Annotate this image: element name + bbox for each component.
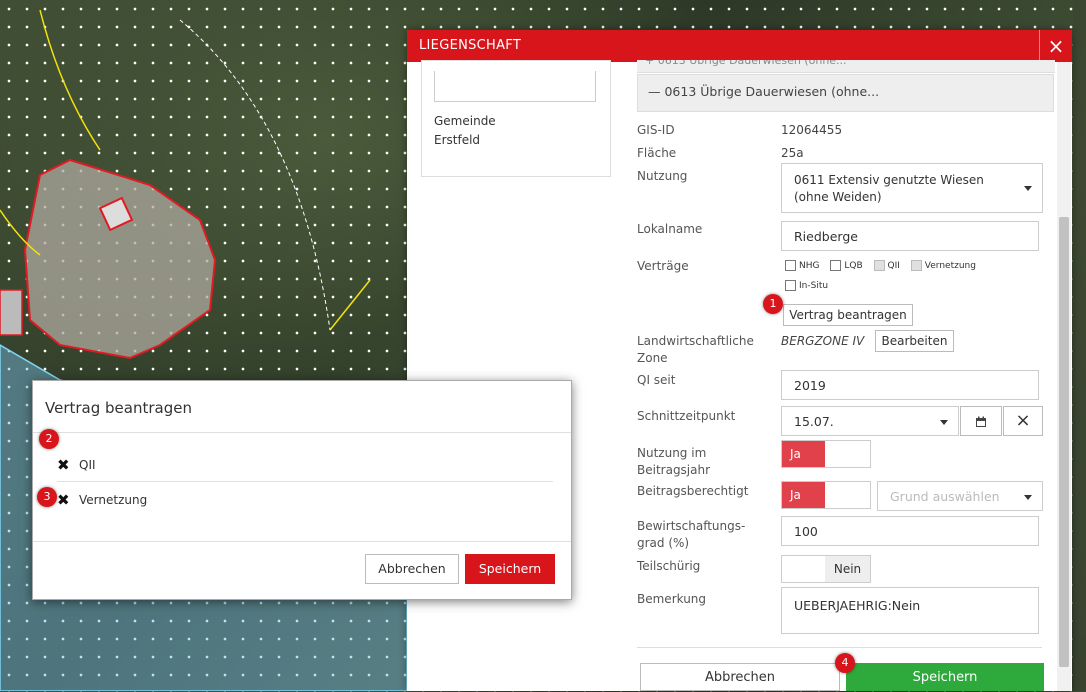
toggle-ja[interactable]: Ja — [782, 441, 827, 467]
dialog-item-vernetzung[interactable]: Vernetzung — [79, 493, 147, 507]
zone-value: BERGZONE IV — [781, 334, 865, 348]
cancel-button[interactable]: Abbrechen — [640, 663, 840, 691]
checkbox-label: Vernetzung — [924, 261, 976, 271]
dialog-item-qii[interactable]: QII — [79, 458, 96, 472]
item-divider — [57, 481, 553, 482]
accordion-header-collapsed[interactable]: + 0613 Übrige Dauerwiesen (ohne... — [637, 60, 1055, 73]
checkbox-label: NHG — [799, 261, 820, 271]
checkbox-vernetzung[interactable] — [910, 260, 922, 271]
beitragsberechtigt-toggle[interactable]: Ja — [781, 481, 871, 509]
nutzung-value: 0611 Extensiv genutzte Wiesen (ohne Weid… — [794, 173, 984, 204]
zone-label: Landwirtschaftliche Zone — [637, 334, 754, 365]
nutzung-beitragsjahr-toggle[interactable]: Ja — [781, 440, 871, 468]
panel-header: LIEGENSCHAFT × — [407, 30, 1072, 62]
nutzung-label: Nutzung — [637, 169, 688, 183]
dialog-cancel-button[interactable]: Abbrechen — [365, 554, 459, 584]
chevron-down-icon — [940, 420, 948, 425]
nutzung-select[interactable]: 0611 Extensiv genutzte Wiesen (ohne Weid… — [781, 163, 1043, 213]
teilschuerig-toggle[interactable]: Nein — [781, 555, 871, 583]
footer-divider — [637, 647, 1042, 648]
bemerkung-textarea[interactable]: UEBERJAEHRIG:Nein — [781, 587, 1039, 634]
gemeinde-card: Gemeinde Erstfeld — [421, 60, 611, 177]
close-icon[interactable]: × — [1039, 30, 1072, 62]
checked-x-icon[interactable]: ✖ — [57, 491, 70, 509]
bewirtschaftungsgrad-input[interactable]: 100 — [781, 516, 1039, 546]
accordion-header[interactable]: — 0613 Übrige Dauerwiesen (ohne... — [637, 74, 1054, 112]
gemeinde-label: Gemeinde — [434, 114, 496, 128]
vertraege-label: Verträge — [637, 259, 689, 273]
flaeche-value: 25a — [781, 146, 804, 160]
checkbox-label: QII — [887, 261, 900, 271]
bemerkung-label: Bemerkung — [637, 592, 707, 606]
step-badge-2: 2 — [39, 429, 59, 449]
checkbox-qii[interactable] — [873, 260, 885, 271]
panel-title: LIEGENSCHAFT — [419, 38, 522, 53]
toggle-ja[interactable]: Ja — [782, 482, 827, 508]
step-badge-4: 4 — [835, 653, 855, 673]
qi-seit-input[interactable]: 2019 — [781, 370, 1039, 400]
dialog-divider — [33, 432, 571, 433]
step-badge-3: 3 — [37, 487, 57, 507]
vertrag-beantragen-button[interactable]: Vertrag beantragen — [783, 304, 913, 326]
vertraege-checkboxes: NHG LQB QII Vernetzung In-Situ — [785, 260, 984, 291]
bewirtschaftungsgrad-label: Bewirtschaftungs-grad (%) — [637, 519, 746, 550]
step-badge-1: 1 — [763, 294, 783, 314]
grund-select[interactable]: Grund auswählen — [877, 481, 1043, 511]
schnittzeitpunkt-value: 15.07. — [794, 414, 834, 429]
vertrag-beantragen-dialog: Vertrag beantragen ✖ QII ✖ Vernetzung 2 … — [32, 380, 572, 600]
gis-id-value: 12064455 — [781, 123, 843, 137]
lokalname-label: Lokalname — [637, 222, 703, 236]
checkbox-nhg[interactable] — [785, 260, 796, 271]
bearbeiten-button[interactable]: Bearbeiten — [875, 330, 954, 352]
schnittzeitpunkt-select[interactable]: 15.07. — [781, 406, 959, 436]
clear-date-button[interactable]: × — [1003, 406, 1043, 436]
lokalname-input[interactable]: Riedberge — [781, 221, 1039, 251]
gis-id-label: GIS-ID — [637, 123, 675, 137]
scrollbar-thumb[interactable] — [1059, 217, 1069, 667]
save-button[interactable]: Speichern — [846, 663, 1044, 691]
calendar-icon — [976, 416, 986, 427]
checkbox-label: In-Situ — [799, 281, 829, 291]
chevron-down-icon — [1024, 495, 1032, 500]
grund-placeholder: Grund auswählen — [890, 489, 1000, 504]
schnittzeitpunkt-label: Schnittzeitpunkt — [637, 409, 736, 423]
teilschuerig-label: Teilschürig — [637, 559, 701, 573]
toggle-nein[interactable]: Nein — [825, 556, 870, 582]
toggle-off[interactable] — [825, 482, 870, 508]
toggle-on[interactable] — [782, 556, 827, 582]
toggle-off[interactable] — [825, 441, 870, 467]
checked-x-icon[interactable]: ✖ — [57, 456, 70, 474]
qi-seit-label: QI seit — [637, 373, 676, 387]
panel-scrollbar[interactable] — [1057, 62, 1071, 691]
dialog-footer-divider — [33, 541, 571, 542]
checkbox-lqb[interactable] — [830, 260, 842, 271]
calendar-button[interactable] — [960, 406, 1002, 436]
flaeche-label: Fläche — [637, 146, 677, 160]
checkbox-label: LQB — [844, 261, 863, 271]
card-field[interactable] — [434, 71, 596, 102]
dialog-save-button[interactable]: Speichern — [465, 554, 555, 584]
chevron-down-icon — [1024, 186, 1032, 191]
checkbox-in-situ[interactable] — [785, 280, 796, 291]
dialog-title: Vertrag beantragen — [45, 399, 192, 417]
gemeinde-value: Erstfeld — [434, 133, 481, 147]
beitragsberechtigt-label: Beitragsberechtigt — [637, 484, 749, 498]
nutzung-beitragsjahr-label: Nutzung im Beitragsjahr — [637, 446, 711, 477]
